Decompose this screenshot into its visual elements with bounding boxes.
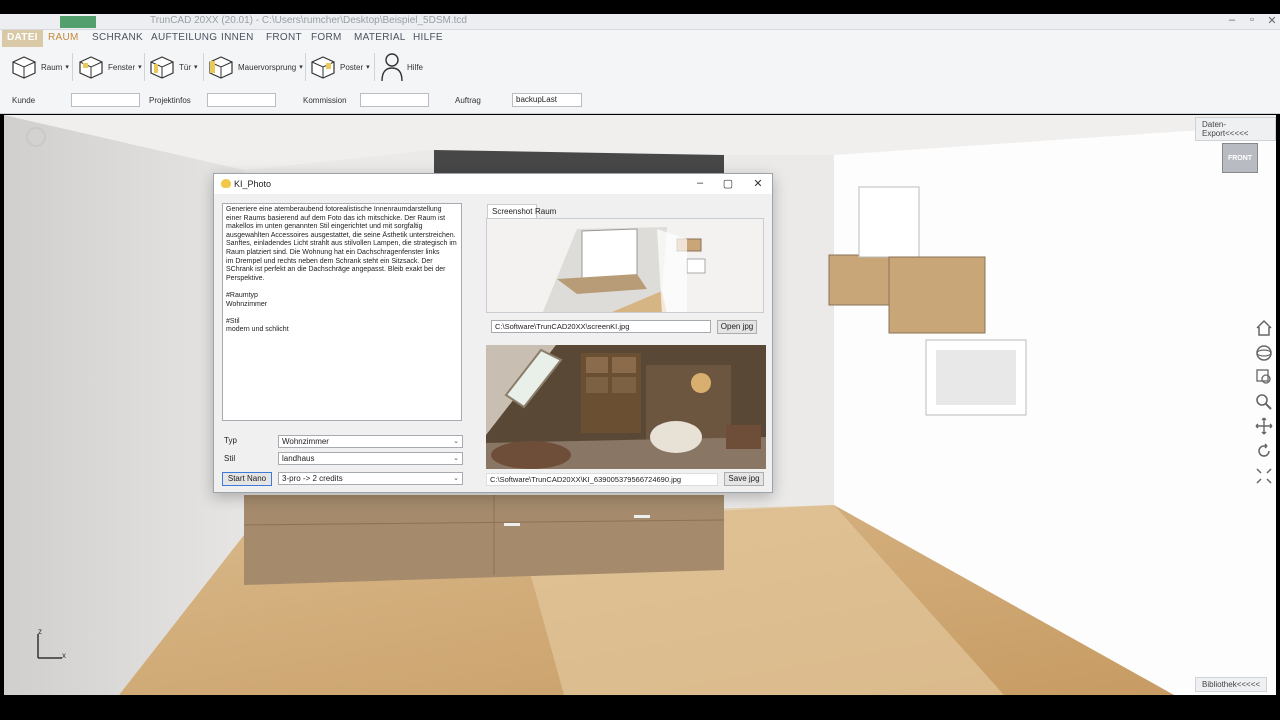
hilfe-button[interactable]: Hilfe (380, 51, 423, 83)
app-titlebar: TrunCAD 20XX (20.01) - C:\Users\rumcher\… (0, 14, 1280, 30)
raum-label: Raum (41, 62, 63, 72)
ki-photo-icon (221, 179, 231, 188)
mauervorsprung-label: Mauervorsprung (238, 62, 297, 72)
window-title: TrunCAD 20XX (20.01) - C:\Users\rumcher\… (150, 15, 467, 26)
home-icon[interactable] (1254, 318, 1274, 338)
fit-all-icon[interactable] (1254, 466, 1274, 486)
hilfe-label: Hilfe (407, 62, 424, 72)
typ-label: Typ (224, 436, 237, 445)
zoom-window-icon[interactable] (1254, 367, 1274, 387)
view-cube[interactable]: FRONT (1222, 143, 1258, 173)
screenshot-image (487, 219, 763, 312)
screen: TrunCAD 20XX (20.01) - C:\Users\rumcher\… (0, 0, 1280, 720)
poster-box-icon (311, 56, 335, 79)
kunde-input[interactable] (71, 93, 140, 107)
room-box-icon (12, 56, 36, 79)
result-preview (486, 345, 766, 469)
poster-label: Poster (340, 62, 364, 72)
minimize-icon[interactable]: – (1222, 14, 1242, 26)
ki-photo-dialog: KI_Photo – ▢ ✕ Generiere eine atemberaub… (213, 173, 773, 493)
stil-label: Stil (224, 454, 236, 463)
projektinfos-input[interactable] (207, 93, 276, 107)
dialog-title: KI_Photo (234, 179, 272, 189)
chevron-down-icon[interactable]: ▾ (138, 63, 142, 71)
result-image (486, 345, 766, 469)
window-box-icon (79, 56, 103, 79)
help-person-icon (381, 53, 403, 82)
menu-form[interactable]: FORM (311, 32, 342, 43)
ribbon: Raum ▾ Fenster ▾ Tür ▾ Mauervorsprung ▾ … (0, 47, 1280, 114)
tab-screenshot[interactable]: Screenshot (487, 204, 538, 218)
axis-gizmo (37, 634, 62, 659)
menu-front[interactable]: FRONT (266, 32, 302, 43)
door-box-icon (150, 56, 174, 79)
typ-select[interactable]: Wohnzimmer ⌄ (278, 435, 463, 448)
ribbon-separator (72, 53, 73, 81)
screenshot-path-field[interactable]: C:\Software\TrunCAD20XX\screenKI.jpg (491, 320, 711, 333)
dialog-close-icon[interactable]: ✕ (750, 177, 766, 190)
poster-button[interactable]: Poster ▾ (309, 53, 370, 81)
stil-value: landhaus (282, 454, 315, 463)
menu-datei[interactable]: DATEI (2, 30, 43, 47)
projektinfos-label: Projektinfos (149, 96, 191, 105)
app-logo (60, 16, 96, 28)
view-cube-front-label: FRONT (1227, 155, 1253, 162)
zoom-icon[interactable] (1254, 392, 1274, 412)
bibliothek-tab[interactable]: Bibliothek<<<<< (1195, 677, 1268, 692)
chevron-down-icon[interactable]: ▾ (366, 63, 370, 71)
tab-raum[interactable]: Raum (531, 205, 560, 218)
tuer-button[interactable]: Tür ▾ (148, 53, 198, 81)
chevron-down-icon: ⌄ (453, 438, 459, 445)
menu-schrank[interactable]: SCHRANK (92, 32, 143, 43)
orbit-icon[interactable] (1254, 343, 1274, 363)
wall-projection-icon (209, 56, 233, 79)
auftrag-label: Auftrag (455, 96, 481, 105)
menu-bar: DATEI RAUM SCHRANK AUFTEILUNG INNEN FRON… (0, 30, 1280, 47)
stil-select[interactable]: landhaus ⌄ (278, 452, 463, 465)
credits-select[interactable]: 3-pro -> 2 credits ⌄ (278, 472, 463, 485)
open-jpg-button[interactable]: Open jpg (717, 320, 757, 334)
pan-icon[interactable] (1254, 416, 1274, 436)
result-path-field[interactable]: C:\Software\TrunCAD20XX\KI_6390053795667… (486, 473, 718, 486)
save-jpg-button[interactable]: Save jpg (724, 472, 764, 486)
typ-value: Wohnzimmer (282, 437, 329, 446)
menu-aufteilung[interactable]: AUFTEILUNG (151, 32, 217, 43)
fenster-label: Fenster (108, 62, 136, 72)
chevron-down-icon[interactable]: ▾ (194, 63, 198, 71)
tuer-label: Tür (179, 62, 191, 72)
chevron-down-icon[interactable]: ▾ (65, 63, 69, 71)
mauervorsprung-button[interactable]: Mauervorsprung ▾ (207, 53, 303, 81)
ribbon-separator (203, 53, 204, 81)
fenster-button[interactable]: Fenster ▾ (77, 53, 142, 81)
chevron-down-icon: ⌄ (453, 455, 459, 462)
dialog-minimize-icon[interactable]: – (692, 177, 708, 189)
ribbon-separator (374, 53, 375, 81)
kommission-input[interactable] (360, 93, 429, 107)
eye-visibility-icon[interactable] (26, 127, 46, 147)
ribbon-separator (144, 53, 145, 81)
prompt-textarea[interactable]: Generiere eine atemberaubend fotorealist… (222, 203, 462, 421)
bottom-bar (0, 695, 1280, 720)
menu-innen[interactable]: INNEN (221, 32, 254, 43)
raum-button[interactable]: Raum ▾ (10, 53, 69, 81)
dialog-titlebar: KI_Photo – ▢ ✕ (214, 174, 772, 194)
auftrag-input[interactable]: backupLast (512, 93, 582, 107)
daten-export-tab[interactable]: Daten-Export<<<<< (1195, 117, 1276, 141)
menu-hilfe[interactable]: HILFE (413, 32, 443, 43)
menu-raum[interactable]: RAUM (48, 32, 79, 43)
kunde-label: Kunde (12, 96, 36, 105)
start-nano-button[interactable]: Start Nano (222, 472, 272, 486)
menu-material[interactable]: MATERIAL (354, 32, 406, 43)
undo-view-icon[interactable] (1254, 441, 1274, 461)
chevron-down-icon: ⌄ (453, 475, 459, 482)
maximize-icon[interactable]: ▫ (1242, 14, 1262, 26)
screenshot-preview (486, 218, 764, 313)
chevron-down-icon[interactable]: ▾ (299, 63, 303, 71)
close-icon[interactable]: ✕ (1262, 14, 1280, 27)
ribbon-separator (305, 53, 306, 81)
dialog-maximize-icon[interactable]: ▢ (720, 177, 736, 190)
kommission-label: Kommission (303, 96, 347, 105)
credits-value: 3-pro -> 2 credits (282, 474, 343, 483)
